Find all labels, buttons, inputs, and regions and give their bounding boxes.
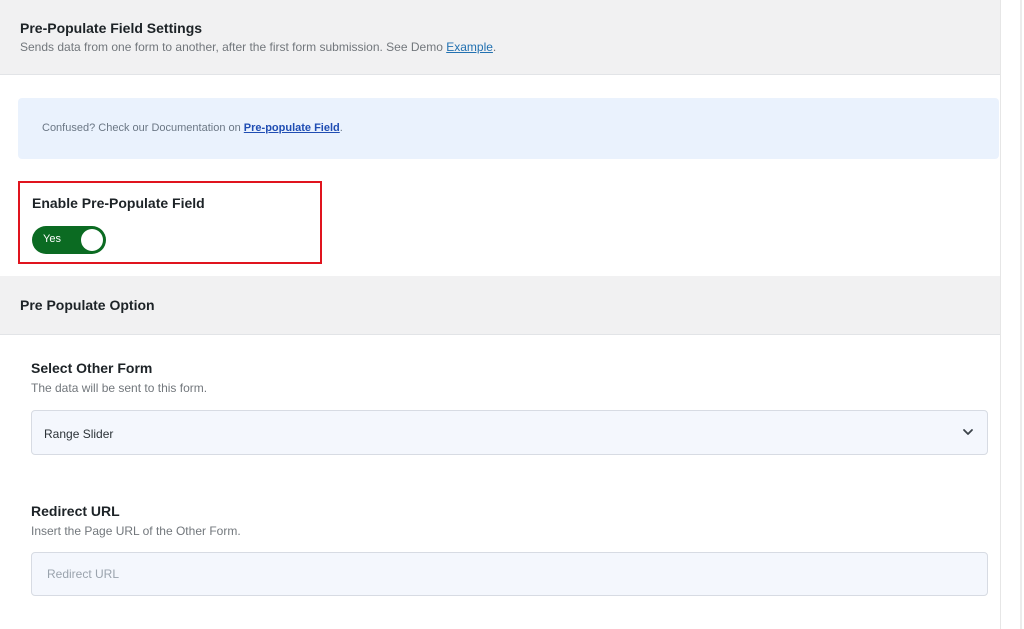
pre-populate-option-section: Pre Populate Option xyxy=(0,276,1000,335)
redirect-url-label: Redirect URL xyxy=(31,503,120,519)
header-description-period: . xyxy=(492,40,497,54)
header-title: Pre-Populate Field Settings xyxy=(20,20,203,36)
redirect-url-description: Insert the Page URL of the Other Form. xyxy=(31,524,241,538)
settings-panel: Pre-Populate Field Settings Sends data f… xyxy=(0,0,1000,629)
enable-pre-populate-highlight: Enable Pre-Populate Field Yes xyxy=(18,181,322,264)
selected-form-value: Range Slider xyxy=(44,427,114,441)
enable-pre-populate-toggle[interactable]: Yes xyxy=(32,226,106,254)
example-link[interactable]: Example xyxy=(446,40,493,54)
select-other-form-description: The data will be sent to this form. xyxy=(31,381,208,395)
pre-populate-doc-link[interactable]: Pre-populate Field xyxy=(244,122,340,134)
chevron-down-icon xyxy=(963,429,973,435)
documentation-notice: Confused? Check our Documentation on Pre… xyxy=(18,98,999,159)
scrollbar-track[interactable] xyxy=(1000,0,1024,629)
header-description: Sends data from one form to another, aft… xyxy=(20,40,496,54)
section-title: Pre Populate Option xyxy=(20,297,155,313)
header-description-text: Sends data from one form to another, aft… xyxy=(20,40,443,54)
scrollbar-rail xyxy=(1020,0,1022,629)
notice-period: . xyxy=(339,122,343,134)
notice-message: Confused? Check our Documentation on xyxy=(42,122,241,134)
redirect-url-input[interactable] xyxy=(31,552,988,596)
select-other-form-label: Select Other Form xyxy=(31,360,153,376)
toggle-state-label: Yes xyxy=(43,233,61,245)
toggle-knob xyxy=(81,229,103,251)
settings-header: Pre-Populate Field Settings Sends data f… xyxy=(0,0,1000,75)
notice-text: Confused? Check our Documentation on Pre… xyxy=(42,122,343,134)
enable-pre-populate-label: Enable Pre-Populate Field xyxy=(32,195,205,211)
select-other-form-dropdown[interactable]: Range Slider xyxy=(31,410,988,455)
